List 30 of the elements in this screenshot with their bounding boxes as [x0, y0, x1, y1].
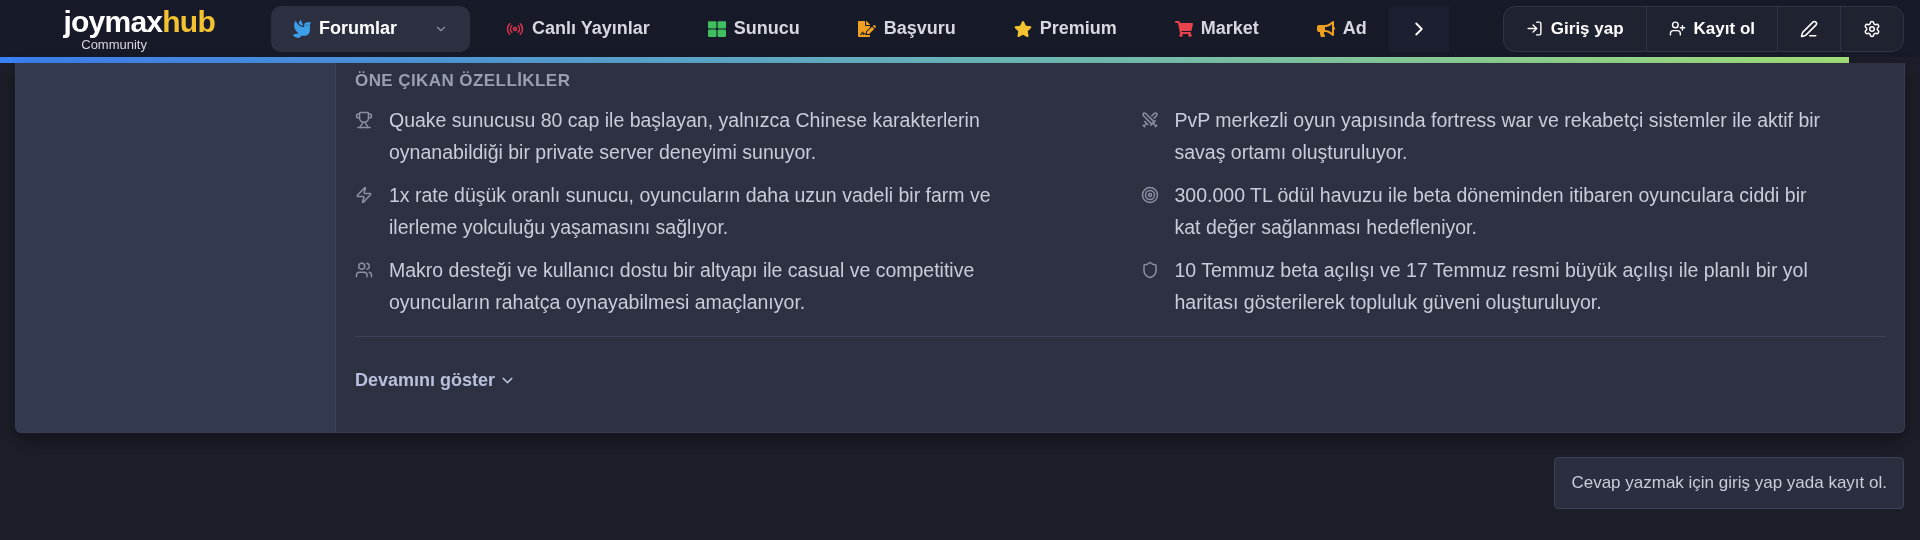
nav-item[interactable]: Forumlar: [271, 5, 470, 52]
nav-item[interactable]: Başvuru: [835, 5, 978, 52]
logo[interactable]: joymaxhub: [63, 5, 215, 38]
nav-item[interactable]: Market: [1152, 5, 1281, 52]
feature-text: 10 Temmuz beta açılışı ve 17 Temmuz resmi büyük açılışı ile planlı bir yol haritası gösterilerek topluluk güveni oluşturuluyor.: [1174, 258, 1809, 315]
section-heading: ÖNE ÇIKAN ÖZELLİKLER: [355, 71, 572, 91]
show-more-link[interactable]: Devamını göster: [355, 367, 517, 394]
feature-text: Makro desteği ve kullanıcı dostu bir altyapı ile casual ve competitive oyuncuların rahatça oynayabilmesi amaçlanıyor.: [389, 258, 976, 315]
register-button[interactable]: Kayıt ol: [1646, 6, 1778, 51]
trophy-icon: [355, 111, 373, 129]
user-plus-icon: [1668, 20, 1686, 37]
reply-notice: Cevap yazmak için giriş yap yada kayıt ol.: [1554, 457, 1904, 509]
nav-item[interactable]: Premium: [991, 5, 1139, 52]
nav-item[interactable]: Ad: [1294, 5, 1389, 52]
bolt-icon: [355, 186, 373, 204]
pen-icon: [1800, 19, 1818, 38]
shield-icon: [1140, 261, 1159, 279]
login-button[interactable]: Giriş yap: [1503, 6, 1647, 51]
logo-subtitle: Community: [81, 37, 147, 52]
nav-item[interactable]: Canlı Yayınlar: [484, 5, 672, 52]
swords-icon: [1140, 111, 1159, 129]
users-icon: [355, 261, 373, 279]
target-icon: [1140, 186, 1159, 204]
feature-text: PvP merkezli oyun yapısında fortress war ve rekabetçi sistemler ile aktif bir savaş ortamı oluşturuluyor.: [1174, 108, 1822, 165]
settings-icon: [1863, 19, 1881, 38]
feature-text: Quake sunucusu 80 cap ile başlayan, yalnızca Chinese karakterlerin oynanabildiği bir private server deneyimi sunuyor.: [389, 108, 981, 165]
nav-item[interactable]: Sunucu: [685, 5, 822, 52]
feature-text: 1x rate düşük oranlı sunucu, oyuncuların daha uzun vadeli bir farm ve ilerleme yolculuğu yaşamasını sağlıyor.: [389, 183, 992, 240]
feature-text: 300.000 TL ödül havuzu ile beta döneminden itibaren oyunculara ciddi bir kat değer sağlanması hedefleniyor.: [1174, 183, 1808, 240]
login-icon: [1525, 20, 1543, 37]
